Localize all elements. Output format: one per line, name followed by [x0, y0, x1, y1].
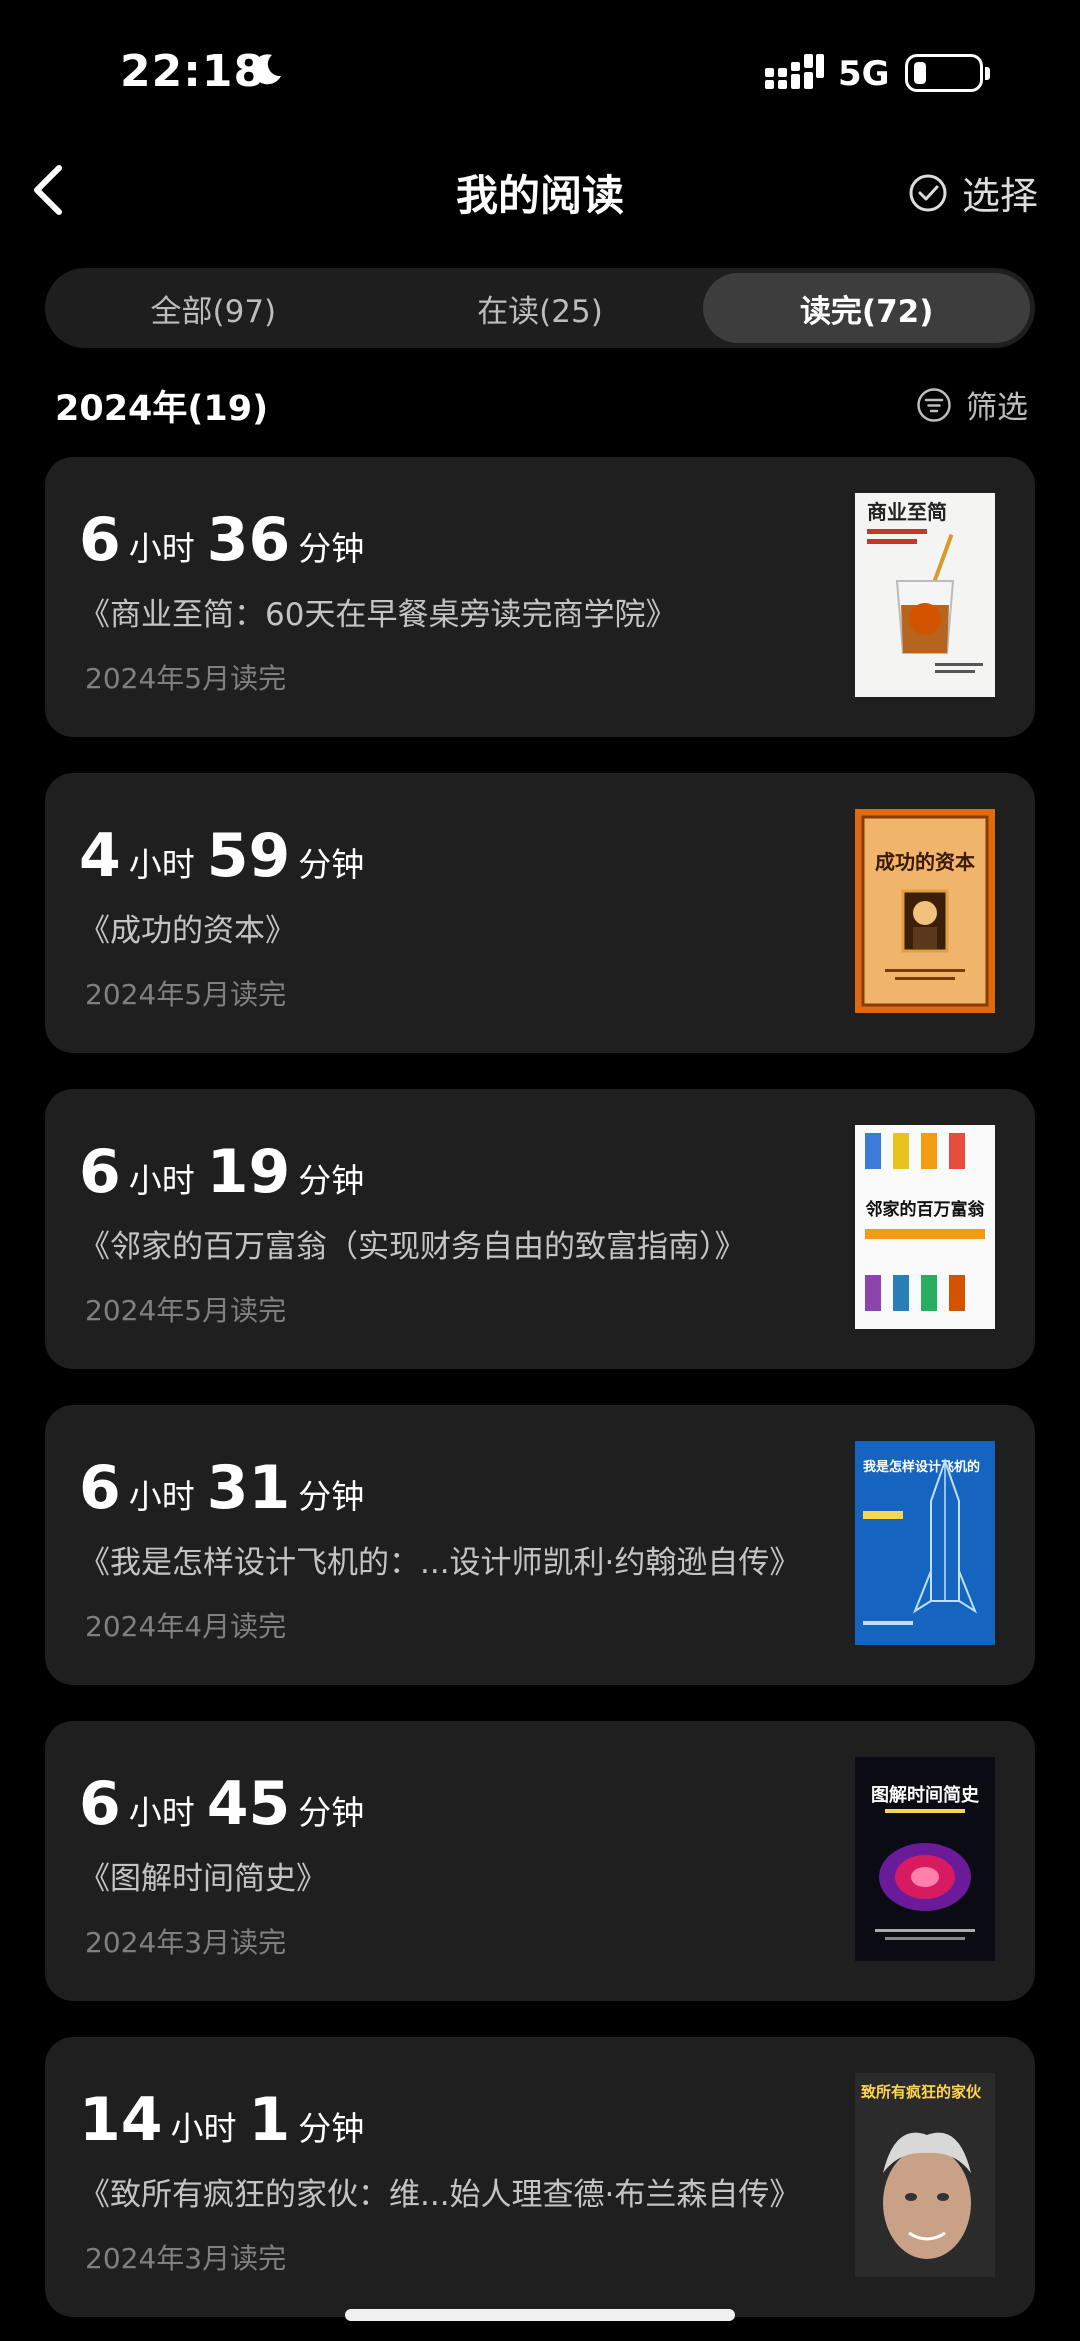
status-time: 22:18: [120, 46, 266, 97]
duration-minutes: 59: [206, 821, 291, 891]
cover-title: 图解时间简史: [871, 1784, 980, 1806]
reading-duration: 4 小时 59 分钟: [79, 821, 376, 891]
minute-unit: 分钟: [298, 1477, 365, 1516]
battery-icon: [905, 54, 990, 92]
duration-hours: 6: [79, 1769, 121, 1839]
finish-date: 2024年3月读完: [85, 1926, 287, 1959]
hour-unit: 小时: [128, 1793, 195, 1832]
book-title: 《成功的资本》: [79, 913, 296, 949]
duration-hours: 14: [79, 2085, 163, 2155]
hour-unit: 小时: [128, 1161, 195, 1200]
book-title: 《图解时间简史》: [79, 1861, 327, 1897]
select-button[interactable]: 选择: [908, 165, 1038, 220]
status-bar: 22:18 5G: [0, 0, 1080, 140]
book-cover[interactable]: 商业至简: [855, 493, 995, 697]
duration-minutes: 19: [206, 1137, 291, 1207]
reading-duration: 6 小时 19 分钟: [79, 1137, 376, 1207]
finish-date: 2024年5月读完: [85, 662, 287, 695]
cover-title: 我是怎样设计飞机的: [863, 1459, 980, 1475]
book-card[interactable]: 6 小时 31 分钟 《我是怎样设计飞机的：...设计师凯利·约翰逊自传》 20…: [45, 1405, 1035, 1685]
cover-title: 致所有疯狂的家伙: [861, 2083, 982, 2101]
book-cover[interactable]: 邻家的百万富翁: [855, 1125, 995, 1329]
minute-unit: 分钟: [298, 1161, 365, 1200]
finish-date: 2024年5月读完: [85, 978, 287, 1011]
hour-unit: 小时: [128, 529, 195, 568]
cover-title: 邻家的百万富翁: [866, 1199, 986, 1220]
duration-hours: 6: [79, 1453, 121, 1523]
check-circle-icon: [909, 174, 947, 211]
book-title: 《商业至简：60天在早餐桌旁读完商学院》: [79, 597, 677, 633]
minute-unit: 分钟: [298, 2109, 365, 2148]
tab-bar: 全部(97) 在读(25) 读完(72): [45, 268, 1035, 348]
duration-hours: 6: [79, 505, 121, 575]
network-label: 5G: [838, 54, 890, 94]
hour-unit: 小时: [170, 2109, 237, 2148]
minute-unit: 分钟: [298, 1793, 365, 1832]
reading-duration: 14 小时 1 分钟: [79, 2085, 376, 2155]
book-cover[interactable]: 致所有疯狂的家伙: [855, 2073, 995, 2277]
reading-duration: 6 小时 36 分钟: [79, 505, 376, 575]
filter-icon: [917, 387, 951, 422]
minute-unit: 分钟: [298, 529, 365, 568]
finish-date: 2024年5月读完: [85, 1294, 287, 1327]
duration-minutes: 1: [248, 2085, 291, 2155]
duration-hours: 4: [79, 821, 121, 891]
duration-minutes: 31: [206, 1453, 291, 1523]
duration-minutes: 36: [206, 505, 291, 575]
book-cover[interactable]: 图解时间简史: [855, 1757, 995, 1961]
book-cover[interactable]: 成功的资本: [855, 809, 995, 1013]
finish-date: 2024年3月读完: [85, 2242, 287, 2275]
tab-finished[interactable]: 读完(72): [703, 273, 1031, 343]
cover-title: 成功的资本: [875, 850, 975, 874]
hour-unit: 小时: [128, 1477, 195, 1516]
minute-unit: 分钟: [298, 845, 365, 884]
book-card[interactable]: 6 小时 36 分钟 《商业至简：60天在早餐桌旁读完商学院》 2024年5月读…: [45, 457, 1035, 737]
duration-minutes: 45: [206, 1769, 291, 1839]
book-card[interactable]: 14 小时 1 分钟 《致所有疯狂的家伙：维...始人理查德·布兰森自传》 20…: [45, 2037, 1035, 2317]
book-cover[interactable]: 我是怎样设计飞机的: [855, 1441, 995, 1645]
home-indicator[interactable]: [345, 2309, 735, 2321]
duration-hours: 6: [79, 1137, 121, 1207]
book-card[interactable]: 6 小时 19 分钟 《邻家的百万富翁（实现财务自由的致富指南）》 2024年5…: [45, 1089, 1035, 1369]
book-title: 《我是怎样设计飞机的：...设计师凯利·约翰逊自传》: [79, 1545, 801, 1581]
book-card[interactable]: 6 小时 45 分钟 《图解时间简史》 2024年3月读完 图解时间简史: [45, 1721, 1035, 2001]
tab-reading[interactable]: 在读(25): [377, 273, 704, 343]
hour-unit: 小时: [128, 845, 195, 884]
cover-title: 商业至简: [867, 500, 947, 524]
filter-label: 筛选: [966, 390, 1028, 426]
select-label: 选择: [961, 174, 1038, 218]
book-title: 《邻家的百万富翁（实现财务自由的致富指南）》: [79, 1229, 746, 1265]
moon-icon: [252, 54, 281, 85]
signal-icon: [765, 54, 824, 89]
tab-all[interactable]: 全部(97): [50, 273, 377, 343]
finish-date: 2024年4月读完: [85, 1610, 287, 1643]
reading-duration: 6 小时 31 分钟: [79, 1453, 376, 1523]
year-heading: 2024年(19): [55, 389, 269, 429]
reading-duration: 6 小时 45 分钟: [79, 1769, 376, 1839]
book-card[interactable]: 4 小时 59 分钟 《成功的资本》 2024年5月读完 成功的资本: [45, 773, 1035, 1053]
filter-button[interactable]: 筛选: [916, 382, 1028, 427]
book-title: 《致所有疯狂的家伙：维...始人理查德·布兰森自传》: [79, 2177, 801, 2213]
